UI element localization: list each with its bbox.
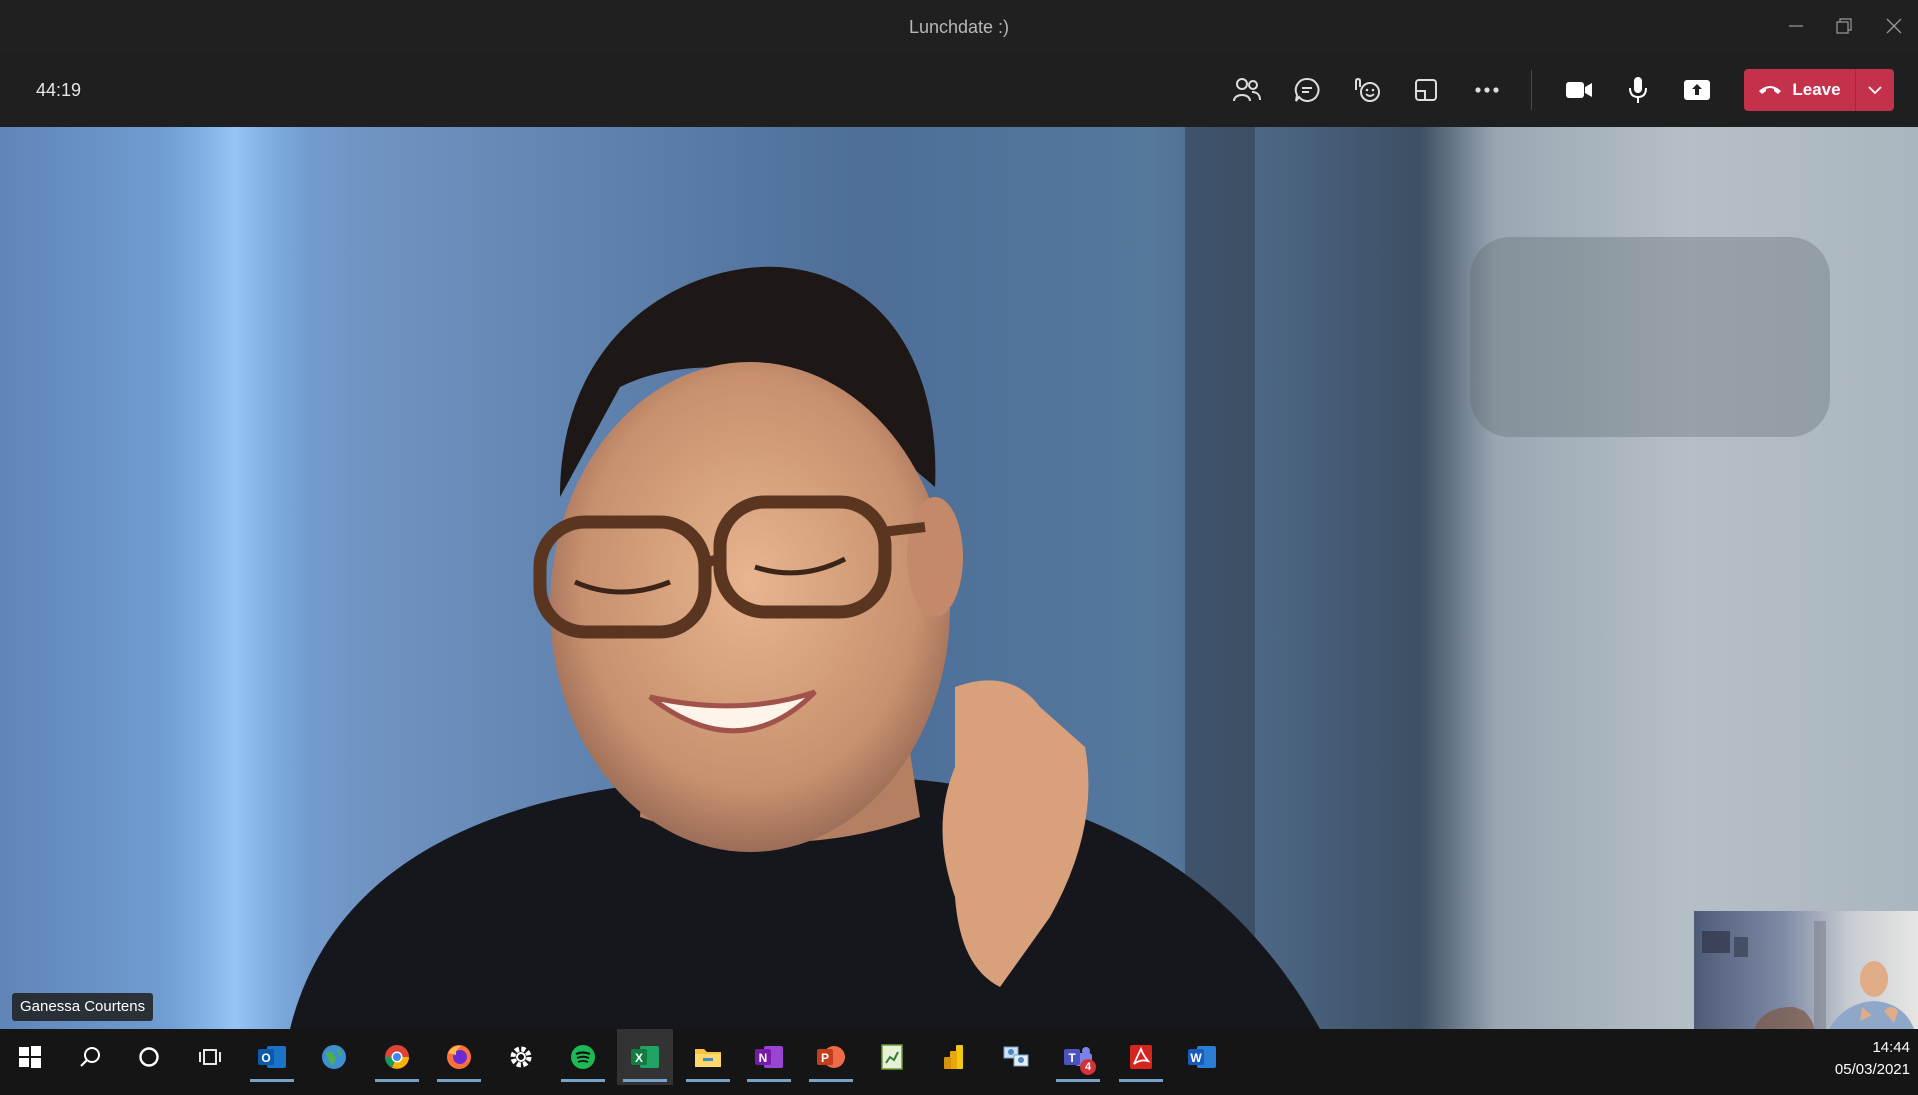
toolbar-divider: [1531, 70, 1532, 110]
hang-up-icon: [1758, 80, 1782, 100]
meeting-timer: 44:19: [36, 80, 82, 100]
clock-date: 05/03/2021: [1834, 1061, 1910, 1078]
project-icon[interactable]: [864, 1029, 920, 1085]
windows-taskbar: O X N P T 4 W 14:44 05/03/2021: [0, 1029, 1918, 1095]
breakout-rooms-icon[interactable]: [1406, 70, 1446, 110]
leave-label: Leave: [1792, 80, 1841, 99]
self-view-video[interactable]: [1694, 911, 1918, 1029]
svg-text:T: T: [1068, 1051, 1076, 1065]
svg-text:X: X: [635, 1051, 643, 1065]
camera-icon[interactable]: [1559, 70, 1599, 110]
microphone-icon[interactable]: [1618, 70, 1658, 110]
powerpoint-icon[interactable]: P: [803, 1029, 859, 1085]
teams-icon[interactable]: T 4: [1050, 1029, 1106, 1085]
self-view-image: [1702, 921, 1914, 1029]
meeting-toolbar: 44:19 Leave: [0, 52, 1918, 127]
minimize-icon[interactable]: [1782, 12, 1810, 40]
firefox-icon[interactable]: [431, 1029, 487, 1085]
cortana-icon[interactable]: [121, 1029, 177, 1085]
chevron-down-icon[interactable]: [1856, 69, 1894, 111]
system-clock[interactable]: 14:44 05/03/2021: [1835, 1037, 1910, 1081]
window-title: Lunchdate :): [908, 17, 1010, 37]
chat-icon[interactable]: [1287, 70, 1327, 110]
network-icon[interactable]: [988, 1029, 1044, 1085]
svg-text:N: N: [759, 1051, 768, 1065]
restore-icon[interactable]: [1830, 12, 1858, 40]
excel-icon[interactable]: X: [617, 1029, 673, 1085]
power-bi-icon[interactable]: [926, 1029, 982, 1085]
close-icon[interactable]: [1880, 12, 1908, 40]
svg-text:P: P: [821, 1051, 829, 1065]
participant-name-tag: Ganessa Courtens: [12, 993, 154, 1021]
search-icon[interactable]: [62, 1029, 118, 1085]
svg-text:O: O: [261, 1051, 270, 1065]
share-screen-icon[interactable]: [1677, 70, 1717, 110]
windows-start-icon[interactable]: [2, 1029, 58, 1085]
outlook-icon[interactable]: O: [244, 1029, 300, 1085]
task-view-icon[interactable]: [182, 1029, 238, 1085]
reactions-icon[interactable]: [1347, 70, 1387, 110]
spotify-icon[interactable]: [555, 1029, 611, 1085]
title-bar: Lunchdate :): [0, 0, 1918, 53]
teams-notification-badge: 4: [1080, 1059, 1096, 1075]
leave-button[interactable]: Leave: [1744, 69, 1855, 111]
svg-text:W: W: [1190, 1051, 1202, 1065]
settings-icon[interactable]: [493, 1029, 549, 1085]
word-icon[interactable]: W: [1174, 1029, 1230, 1085]
acrobat-icon[interactable]: [1113, 1029, 1169, 1085]
clock-time: 14:44: [1872, 1039, 1910, 1056]
onenote-icon[interactable]: N: [741, 1029, 797, 1085]
people-icon[interactable]: [1227, 70, 1267, 110]
chrome-icon[interactable]: [369, 1029, 425, 1085]
main-video-feed: Ganessa Courtens: [0, 127, 1918, 1029]
browser-globe-icon[interactable]: [306, 1029, 362, 1085]
participant-video-image: [160, 127, 1830, 1029]
file-explorer-icon[interactable]: [680, 1029, 736, 1085]
more-options-icon[interactable]: [1467, 70, 1507, 110]
leave-button-group: Leave: [1744, 69, 1894, 111]
